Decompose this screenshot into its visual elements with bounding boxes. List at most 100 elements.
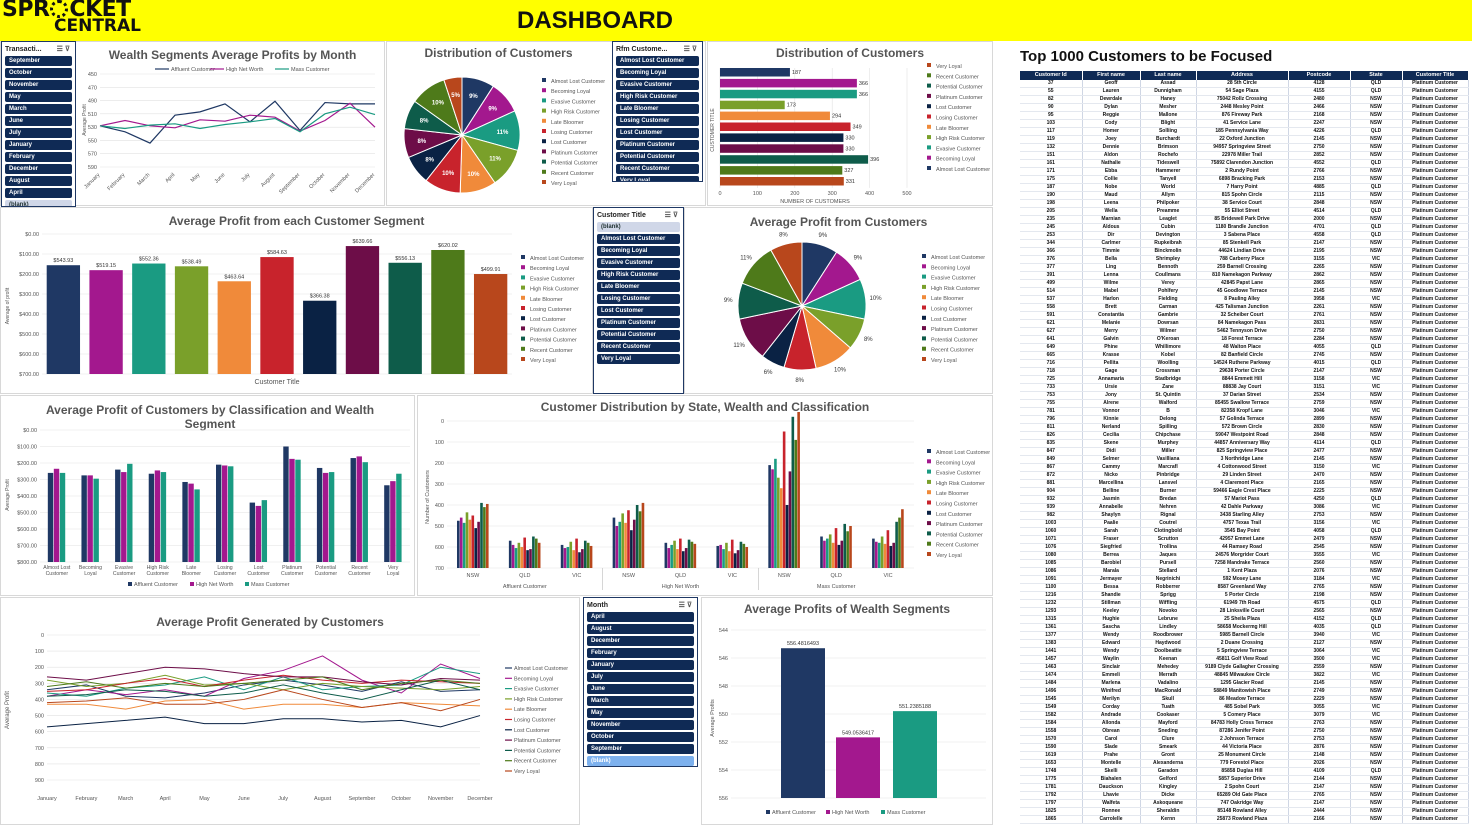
table-cell: Aldon bbox=[1082, 151, 1141, 161]
slicer-item[interactable]: Evasive Customer bbox=[597, 258, 680, 268]
column-header[interactable]: Postcode bbox=[1288, 71, 1351, 80]
legend-label: Platinum Customer bbox=[936, 522, 983, 528]
slicer-item[interactable]: October bbox=[587, 732, 694, 742]
slicer-rfm-customer[interactable]: Rfm Custome... ☰ ⊽ Almost Lost Customer Be… bbox=[612, 41, 703, 182]
slicer-item[interactable]: January bbox=[587, 660, 694, 670]
slicer-item[interactable]: Very Loyal bbox=[597, 354, 680, 364]
slicer-item[interactable]: Losing Customer bbox=[597, 294, 680, 304]
table-cell: Alexanderna bbox=[1140, 759, 1197, 769]
slicer-item[interactable]: Losing Customer bbox=[616, 116, 699, 126]
table-cell: Platinum Customer bbox=[1402, 535, 1469, 545]
slicer-item[interactable]: April bbox=[5, 188, 72, 198]
table-cell: Spilling bbox=[1140, 423, 1197, 433]
bar bbox=[517, 542, 521, 568]
slicer-item[interactable]: March bbox=[5, 104, 72, 114]
table-cell: Doolbeattie bbox=[1140, 647, 1197, 657]
slicer-item[interactable]: Almost Lost Customer bbox=[597, 234, 680, 244]
slicer-item[interactable]: Late Bloomer bbox=[616, 104, 699, 114]
table-row: 1865 Carrolelle Kernn 25873 Rowland Plaza 21… bbox=[1020, 815, 1469, 825]
slicer-item[interactable]: July bbox=[5, 128, 72, 138]
table-cell: 4552 bbox=[1288, 159, 1351, 169]
clear-filter-icon[interactable]: ☰ ⊽ bbox=[679, 599, 692, 612]
slicer-item[interactable]: October bbox=[5, 68, 72, 78]
table-row: 867 Cammy Marcrafl 4 Cottonwood Street 3150 V… bbox=[1020, 463, 1469, 473]
slicer-item[interactable]: High Risk Customer bbox=[616, 92, 699, 102]
slicer-item[interactable]: September bbox=[587, 744, 694, 754]
table-cell: 6898 Bracking Park bbox=[1196, 175, 1289, 185]
slicer-item[interactable]: March bbox=[587, 696, 694, 706]
slicer-item[interactable]: Platinum Customer bbox=[616, 140, 699, 150]
slicer-transaction-month[interactable]: Transacti... ☰ ⊽ September October November… bbox=[1, 41, 76, 207]
slicer-item[interactable]: Evasive Customer bbox=[616, 80, 699, 90]
table-cell: Platinum Customer bbox=[1402, 783, 1469, 793]
slicer-item[interactable]: December bbox=[587, 636, 694, 646]
slicer-item[interactable]: Recent Customer bbox=[597, 342, 680, 352]
slicer-item[interactable]: (blank) bbox=[597, 222, 680, 232]
column-header[interactable]: Customer Title bbox=[1402, 71, 1469, 80]
slicer-item[interactable]: May bbox=[5, 92, 72, 102]
x-tick-label: May bbox=[190, 172, 202, 184]
legend-label: Affluent Customer bbox=[171, 67, 215, 73]
table-cell: Tanyell bbox=[1140, 175, 1197, 185]
slicer-item[interactable]: Potential Customer bbox=[616, 152, 699, 162]
clear-filter-icon[interactable]: ☰ ⊽ bbox=[665, 209, 678, 222]
table-cell: Askoqueane bbox=[1140, 799, 1197, 809]
table-cell: QLD bbox=[1350, 599, 1403, 609]
table-row: 627 Merry Wilmer 5462 Tennyson Drive 2750 NSW… bbox=[1020, 327, 1469, 337]
slicer-item[interactable]: Late Bloomer bbox=[597, 282, 680, 292]
slicer-item[interactable]: Becoming Loyal bbox=[597, 246, 680, 256]
table-cell: Kingley bbox=[1140, 783, 1197, 793]
column-header[interactable]: State bbox=[1350, 71, 1403, 80]
column-header[interactable]: Address bbox=[1196, 71, 1289, 80]
bar bbox=[846, 531, 849, 568]
column-header[interactable]: Last name bbox=[1140, 71, 1197, 80]
slicer-item[interactable]: June bbox=[587, 684, 694, 694]
slicer-item[interactable]: August bbox=[587, 624, 694, 634]
x-tick-label: Loyal bbox=[387, 571, 399, 577]
slicer-item[interactable]: Very Loyal bbox=[616, 176, 699, 181]
legend-label: Very Loyal bbox=[530, 358, 556, 364]
slicer-item[interactable]: February bbox=[5, 152, 72, 162]
slicer-item[interactable]: September bbox=[5, 56, 72, 66]
legend-label: Losing Customer bbox=[936, 502, 978, 508]
bar bbox=[720, 100, 785, 110]
slicer-item[interactable]: Almost Lost Customer bbox=[616, 56, 699, 66]
table-cell: 24576 Morgrider Court bbox=[1196, 551, 1289, 561]
column-header[interactable]: First name bbox=[1082, 71, 1141, 80]
slicer-item[interactable]: Recent Customer bbox=[616, 164, 699, 174]
slicer-customer-title[interactable]: Customer Title ☰ ⊽ (blank) Almost Lost Cus… bbox=[593, 207, 684, 394]
table-cell: Stillman bbox=[1082, 599, 1141, 609]
table-cell: 2 Rundy Point bbox=[1196, 167, 1289, 177]
slicer-item[interactable]: February bbox=[587, 648, 694, 658]
slicer-item[interactable]: November bbox=[5, 80, 72, 90]
table-cell: 2479 bbox=[1288, 535, 1351, 545]
slicer-item[interactable]: Platinum Customer bbox=[597, 318, 680, 328]
table-cell: 205 bbox=[1020, 207, 1083, 217]
slicer-item[interactable]: May bbox=[587, 708, 694, 718]
column-header[interactable]: Customer Id bbox=[1020, 71, 1083, 80]
slicer-item[interactable]: (blank) bbox=[5, 200, 72, 206]
slicer-month[interactable]: Month ☰ ⊽ April August December February Janu… bbox=[583, 597, 698, 767]
slicer-item[interactable]: Becoming Loyal bbox=[616, 68, 699, 78]
y-tick-label: $600.00 bbox=[17, 527, 37, 533]
slicer-item[interactable]: June bbox=[5, 116, 72, 126]
slicer-item[interactable]: April bbox=[587, 612, 694, 622]
slicer-item[interactable]: December bbox=[5, 164, 72, 174]
clear-filter-icon[interactable]: ☰ ⊽ bbox=[57, 43, 70, 56]
table-cell: Aldous bbox=[1082, 223, 1141, 233]
table-cell: NSW bbox=[1350, 775, 1403, 785]
slicer-item[interactable]: January bbox=[5, 140, 72, 150]
table-cell: NSW bbox=[1350, 639, 1403, 649]
slicer-item[interactable]: Lost Customer bbox=[616, 128, 699, 138]
slicer-item[interactable]: Potential Customer bbox=[597, 330, 680, 340]
slicer-item[interactable]: July bbox=[587, 672, 694, 682]
slicer-item[interactable]: November bbox=[587, 720, 694, 730]
legend-swatch bbox=[927, 124, 931, 129]
slicer-item[interactable]: Lost Customer bbox=[597, 306, 680, 316]
legend-label: High Net Worth bbox=[832, 810, 870, 816]
slicer-item[interactable]: (blank) bbox=[587, 756, 694, 766]
slicer-item[interactable]: August bbox=[5, 176, 72, 186]
clear-filter-icon[interactable]: ☰ ⊽ bbox=[684, 43, 697, 56]
table-cell: 939 bbox=[1020, 503, 1083, 513]
slicer-item[interactable]: High Risk Customer bbox=[597, 270, 680, 280]
